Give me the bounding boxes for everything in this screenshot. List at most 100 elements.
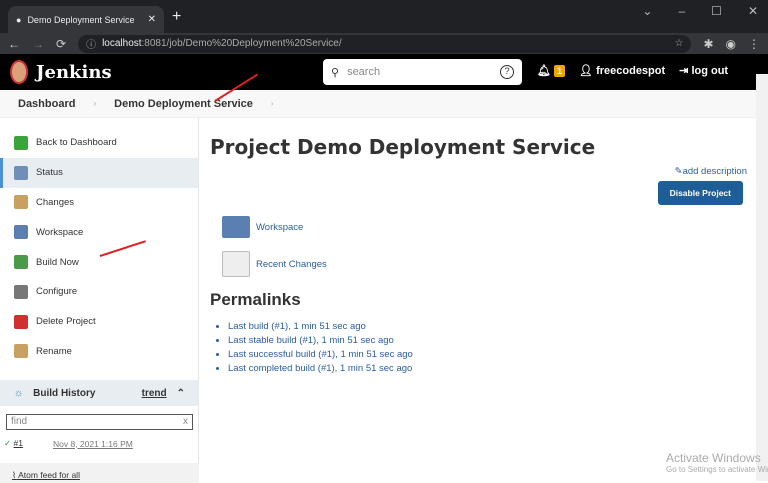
atom-feed-link[interactable]: ⌇ Atom feed for all <box>0 463 199 483</box>
find-placeholder: find <box>11 416 28 427</box>
build-number-link[interactable]: #1 <box>14 438 23 448</box>
scrollbar[interactable] <box>756 74 768 481</box>
build-date-link[interactable]: Nov 8, 2021 1:16 PM <box>53 439 133 449</box>
breadcrumb-dashboard[interactable]: Dashboard <box>18 98 75 110</box>
watermark-title: Activate Windows <box>666 451 761 465</box>
recent-changes-link[interactable]: Recent Changes <box>222 251 327 277</box>
help-icon[interactable]: ? <box>500 65 514 79</box>
sidebar-item-label: Delete Project <box>36 316 96 328</box>
sidebar-item-changes[interactable]: Changes <box>0 188 198 218</box>
info-icon: ⓘ <box>86 40 97 51</box>
search-box[interactable]: ⚲ search? <box>323 59 522 85</box>
permalink-last-stable[interactable]: Last stable build (#1), 1 min 51 sec ago <box>228 334 413 348</box>
address-bar[interactable]: ⓘ localhost:8081/job/Demo%20Deployment%20… <box>78 34 692 53</box>
logout-link[interactable]: ⇥ log out <box>679 64 728 77</box>
delete-project-icon <box>14 314 28 329</box>
back-icon[interactable]: ← <box>8 37 20 51</box>
add-description-link[interactable]: ✎add description <box>675 166 747 177</box>
breadcrumb-project[interactable]: Demo Deployment Service <box>114 98 253 110</box>
tab-title: Demo Deployment Service [Jenkins] <box>27 14 137 25</box>
sidebar-item-build-now[interactable]: Build Now <box>0 247 198 277</box>
status-icon <box>14 165 28 180</box>
user-name: freecodespot <box>596 65 666 77</box>
sidebar-item-label: Workspace <box>36 226 84 238</box>
permalink-last-completed[interactable]: Last completed build (#1), 1 min 51 sec … <box>228 362 413 376</box>
sidebar-item-workspace[interactable]: Workspace <box>0 217 198 247</box>
workspace-link[interactable]: Workspace <box>222 216 303 238</box>
new-tab-button[interactable]: + <box>172 8 181 26</box>
sidebar-item-delete-project[interactable]: Delete Project <box>0 307 198 337</box>
favicon-icon: ● <box>16 14 22 25</box>
changes-icon <box>14 195 28 210</box>
jenkins-butler-icon <box>10 60 28 84</box>
close-window-button[interactable]: ✕ <box>748 4 758 18</box>
workspace-icon <box>14 225 28 240</box>
permalinks-list: Last build (#1), 1 min 51 sec ago Last s… <box>228 320 413 376</box>
sidebar-item-back-to-dashboard[interactable]: Back to Dashboard <box>0 128 198 158</box>
maximize-button[interactable]: ☐ <box>711 4 722 18</box>
window-controls: ⌄ – ☐ ✕ <box>642 4 758 18</box>
menu-icon[interactable]: ⋮ <box>748 37 760 51</box>
collapse-icon[interactable]: ⌃ <box>177 388 185 399</box>
sidebar-item-label: Status <box>36 167 63 179</box>
watermark-sub: Go to Settings to activate Windows. <box>666 465 768 474</box>
user-link[interactable]: 👤︎ freecodespot <box>579 64 665 77</box>
disable-project-button[interactable]: Disable Project <box>657 181 743 205</box>
build-row: ✓ #1 Nov 8, 2021 1:16 PM <box>4 438 133 449</box>
build-history-header: ☼ Build History trend ⌃ <box>0 380 199 406</box>
minimize-button[interactable]: – <box>678 4 685 18</box>
breadcrumb-menu-icon[interactable]: › <box>271 99 274 108</box>
trend-link[interactable]: trend <box>142 388 167 399</box>
jenkins-logo[interactable]: Jenkins <box>10 60 112 84</box>
clear-filter-button[interactable]: x <box>183 416 188 428</box>
sidebar-item-label: Rename <box>36 345 72 357</box>
jenkins-header: Jenkins ⚲ search? 🔔︎ 1 👤︎ freecodespot ⇥ … <box>0 54 768 90</box>
activate-windows-watermark: Activate Windows Go to Settings to activa… <box>666 451 768 474</box>
sidebar-item-status[interactable]: Status <box>0 157 198 188</box>
back-to-dashboard-icon <box>14 135 28 150</box>
permalink-last-build[interactable]: Last build (#1), 1 min 51 sec ago <box>228 320 413 334</box>
build-history-icon: ☼ <box>14 387 24 399</box>
permalinks-heading: Permalinks <box>210 290 301 309</box>
sidebar-item-rename[interactable]: Rename <box>0 337 198 367</box>
workspace-label: Workspace <box>256 221 304 233</box>
reload-icon[interactable]: ⟳ <box>56 37 66 51</box>
success-icon: ✓ <box>4 438 12 448</box>
page-title: Project Demo Deployment Service <box>210 135 596 159</box>
extensions-icon[interactable]: ✱ <box>703 37 713 51</box>
profile-avatar[interactable]: ◉ <box>726 37 736 51</box>
folder-icon <box>222 216 250 238</box>
browser-tab[interactable]: ● Demo Deployment Service [Jenkins] ✕ <box>8 6 164 33</box>
browser-toolbar: ← → ⟳ ⓘ localhost:8081/job/Demo%20Deploymen… <box>0 33 768 54</box>
edit-icon: ✎ <box>674 166 683 177</box>
sidebar-item-label: Changes <box>36 196 75 208</box>
configure-icon <box>14 284 28 299</box>
url-host: localhost <box>102 38 142 49</box>
feed-label: Atom feed for all <box>18 470 80 480</box>
sidebar-item-configure[interactable]: Configure <box>0 277 198 307</box>
search-input[interactable]: search <box>347 66 380 78</box>
url-path: :8081/job/Demo%20Deployment%20Service/ <box>141 38 342 49</box>
close-tab-icon[interactable]: ✕ <box>148 14 156 25</box>
main-panel: Project Demo Deployment Service ✎add des… <box>210 118 755 374</box>
add-description-label: add description <box>682 166 747 177</box>
build-filter-input[interactable]: find x <box>6 414 193 430</box>
notification-badge: 1 <box>554 65 566 77</box>
sidebar-item-label: Build Now <box>36 256 79 268</box>
recent-changes-label: Recent Changes <box>256 258 327 270</box>
sidebar: Back to Dashboard Status Changes Workspace B… <box>0 118 199 483</box>
permalink-last-successful[interactable]: Last successful build (#1), 1 min 51 sec… <box>228 348 413 362</box>
logout-label: log out <box>691 65 729 77</box>
logout-icon: ⇥ <box>679 65 689 77</box>
build-now-icon <box>14 255 28 270</box>
logo-text: Jenkins <box>36 61 112 83</box>
notifications-button[interactable]: 🔔︎ 1 <box>537 64 566 77</box>
tab-search-icon[interactable]: ⌄ <box>642 4 652 18</box>
bookmark-star-icon[interactable]: ☆ <box>674 38 683 49</box>
rss-icon: ⌇ <box>12 470 17 480</box>
rename-icon <box>14 344 28 359</box>
breadcrumb-separator: › <box>93 99 97 108</box>
forward-icon[interactable]: → <box>32 37 44 51</box>
breadcrumb: Dashboard › Demo Deployment Service › <box>0 90 768 118</box>
user-icon: 👤︎ <box>579 65 594 77</box>
